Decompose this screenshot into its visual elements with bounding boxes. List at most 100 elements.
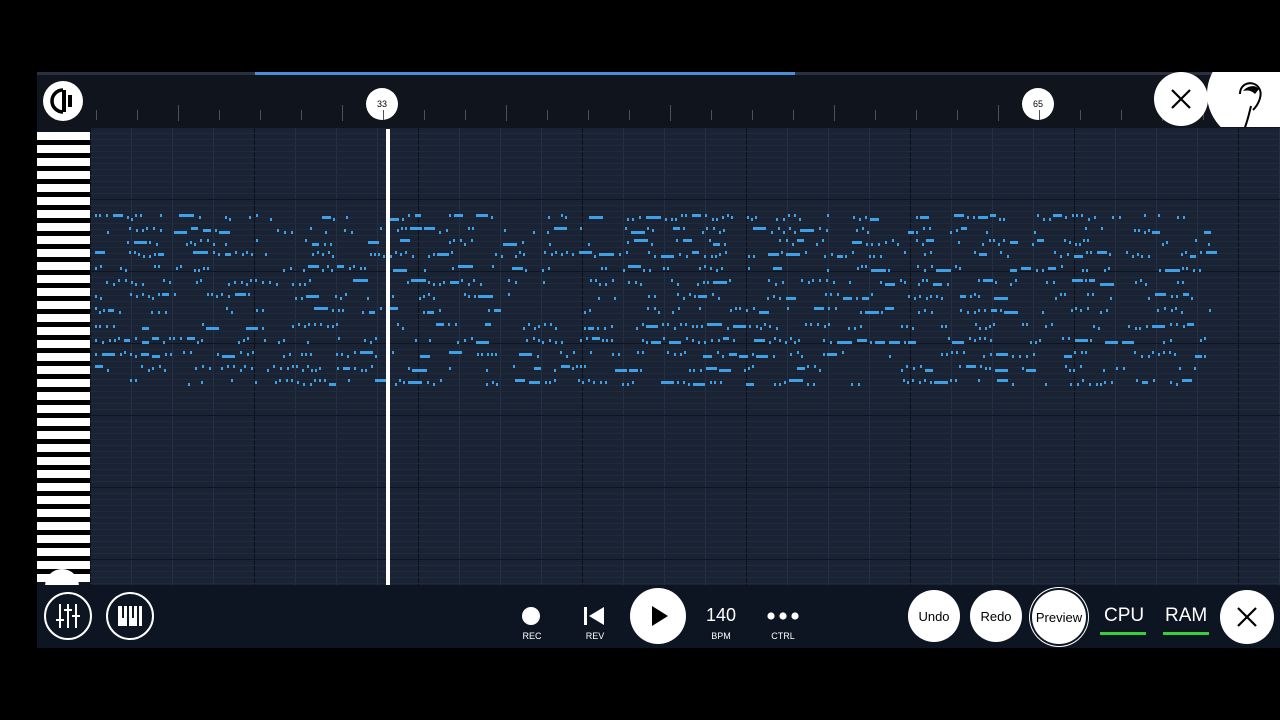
midi-note[interactable] xyxy=(468,295,470,298)
midi-note[interactable] xyxy=(488,309,490,312)
midi-note[interactable] xyxy=(919,381,921,384)
midi-note[interactable] xyxy=(773,355,775,358)
midi-note[interactable] xyxy=(1003,218,1005,221)
midi-note[interactable] xyxy=(760,327,762,330)
midi-note[interactable] xyxy=(457,341,459,344)
midi-note[interactable] xyxy=(845,255,847,258)
midi-note[interactable] xyxy=(542,341,544,344)
piano-key[interactable] xyxy=(37,353,90,361)
midi-note[interactable] xyxy=(1144,231,1146,234)
midi-note[interactable] xyxy=(946,353,948,356)
midi-note[interactable] xyxy=(1048,267,1056,270)
midi-note[interactable] xyxy=(727,214,729,217)
midi-note[interactable] xyxy=(1043,218,1045,221)
midi-note[interactable] xyxy=(808,281,810,284)
midi-note[interactable] xyxy=(477,353,479,356)
midi-note[interactable] xyxy=(857,267,859,270)
midi-note[interactable] xyxy=(424,269,426,272)
midi-note[interactable] xyxy=(276,283,278,286)
midi-note[interactable] xyxy=(867,231,869,234)
midi-note[interactable] xyxy=(929,227,931,230)
piano-key[interactable] xyxy=(37,483,90,491)
midi-note[interactable] xyxy=(412,255,414,258)
midi-note[interactable] xyxy=(180,337,182,340)
midi-note[interactable] xyxy=(420,355,430,358)
midi-note[interactable] xyxy=(1134,351,1136,354)
midi-note[interactable] xyxy=(647,227,649,230)
midi-note[interactable] xyxy=(1072,279,1083,282)
midi-note[interactable] xyxy=(584,365,586,368)
midi-note[interactable] xyxy=(118,337,120,340)
midi-note[interactable] xyxy=(810,323,812,326)
midi-note[interactable] xyxy=(1157,309,1159,312)
midi-note[interactable] xyxy=(692,325,694,328)
midi-note[interactable] xyxy=(954,214,964,217)
midi-note[interactable] xyxy=(142,229,144,232)
midi-note[interactable] xyxy=(149,241,151,244)
midi-note[interactable] xyxy=(970,295,972,298)
midi-note[interactable] xyxy=(797,239,804,242)
midi-note[interactable] xyxy=(831,253,833,256)
midi-note[interactable] xyxy=(978,295,980,298)
midi-note[interactable] xyxy=(314,307,328,310)
midi-note[interactable] xyxy=(225,243,227,246)
midi-note[interactable] xyxy=(1152,325,1165,328)
midi-note[interactable] xyxy=(226,307,228,310)
midi-note[interactable] xyxy=(129,227,131,230)
midi-note[interactable] xyxy=(719,369,731,372)
midi-note[interactable] xyxy=(816,243,818,246)
midi-note[interactable] xyxy=(209,367,211,370)
midi-note[interactable] xyxy=(125,279,127,282)
piano-key[interactable] xyxy=(37,509,90,517)
midi-note[interactable] xyxy=(648,251,650,254)
midi-note[interactable] xyxy=(95,267,97,270)
midi-note[interactable] xyxy=(120,353,122,356)
midi-note[interactable] xyxy=(710,267,712,270)
piano-key[interactable] xyxy=(37,340,90,348)
midi-note[interactable] xyxy=(134,241,147,244)
midi-note[interactable] xyxy=(827,214,829,217)
midi-note[interactable] xyxy=(188,383,190,386)
midi-note[interactable] xyxy=(408,381,422,384)
piano-key[interactable] xyxy=(37,535,90,543)
midi-note[interactable] xyxy=(1035,341,1037,344)
midi-note[interactable] xyxy=(255,381,257,384)
midi-note[interactable] xyxy=(246,283,248,286)
midi-note[interactable] xyxy=(1036,269,1038,272)
midi-note[interactable] xyxy=(871,243,873,246)
midi-note[interactable] xyxy=(730,309,732,312)
piano-key[interactable] xyxy=(37,405,90,413)
piano-key[interactable] xyxy=(37,145,90,153)
midi-note[interactable] xyxy=(347,355,349,358)
midi-note[interactable] xyxy=(722,355,724,358)
midi-note[interactable] xyxy=(249,216,251,219)
midi-note[interactable] xyxy=(136,295,138,298)
midi-note[interactable] xyxy=(578,379,580,382)
midi-note[interactable] xyxy=(979,327,981,330)
midi-note[interactable] xyxy=(856,297,858,300)
midi-note[interactable] xyxy=(572,253,574,256)
midi-note[interactable] xyxy=(519,353,532,356)
midi-note[interactable] xyxy=(807,383,809,386)
midi-note[interactable] xyxy=(247,337,249,340)
midi-note[interactable] xyxy=(108,309,114,312)
midi-note[interactable] xyxy=(218,253,220,256)
midi-note[interactable] xyxy=(960,309,962,312)
midi-note[interactable] xyxy=(674,353,676,356)
midi-note[interactable] xyxy=(1026,355,1028,358)
midi-note[interactable] xyxy=(180,265,182,268)
midi-note[interactable] xyxy=(651,341,661,344)
midi-note[interactable] xyxy=(862,227,864,230)
midi-note[interactable] xyxy=(314,323,316,326)
midi-note[interactable] xyxy=(901,369,903,372)
midi-note[interactable] xyxy=(1075,339,1088,342)
piano-key[interactable] xyxy=(37,301,90,309)
midi-note[interactable] xyxy=(367,297,369,300)
midi-note[interactable] xyxy=(573,351,575,354)
midi-note[interactable] xyxy=(1045,325,1047,328)
midi-note[interactable] xyxy=(676,239,678,242)
midi-note[interactable] xyxy=(433,283,435,286)
midi-note[interactable] xyxy=(191,227,198,230)
midi-note[interactable] xyxy=(665,218,667,221)
piano-key[interactable] xyxy=(37,470,90,478)
